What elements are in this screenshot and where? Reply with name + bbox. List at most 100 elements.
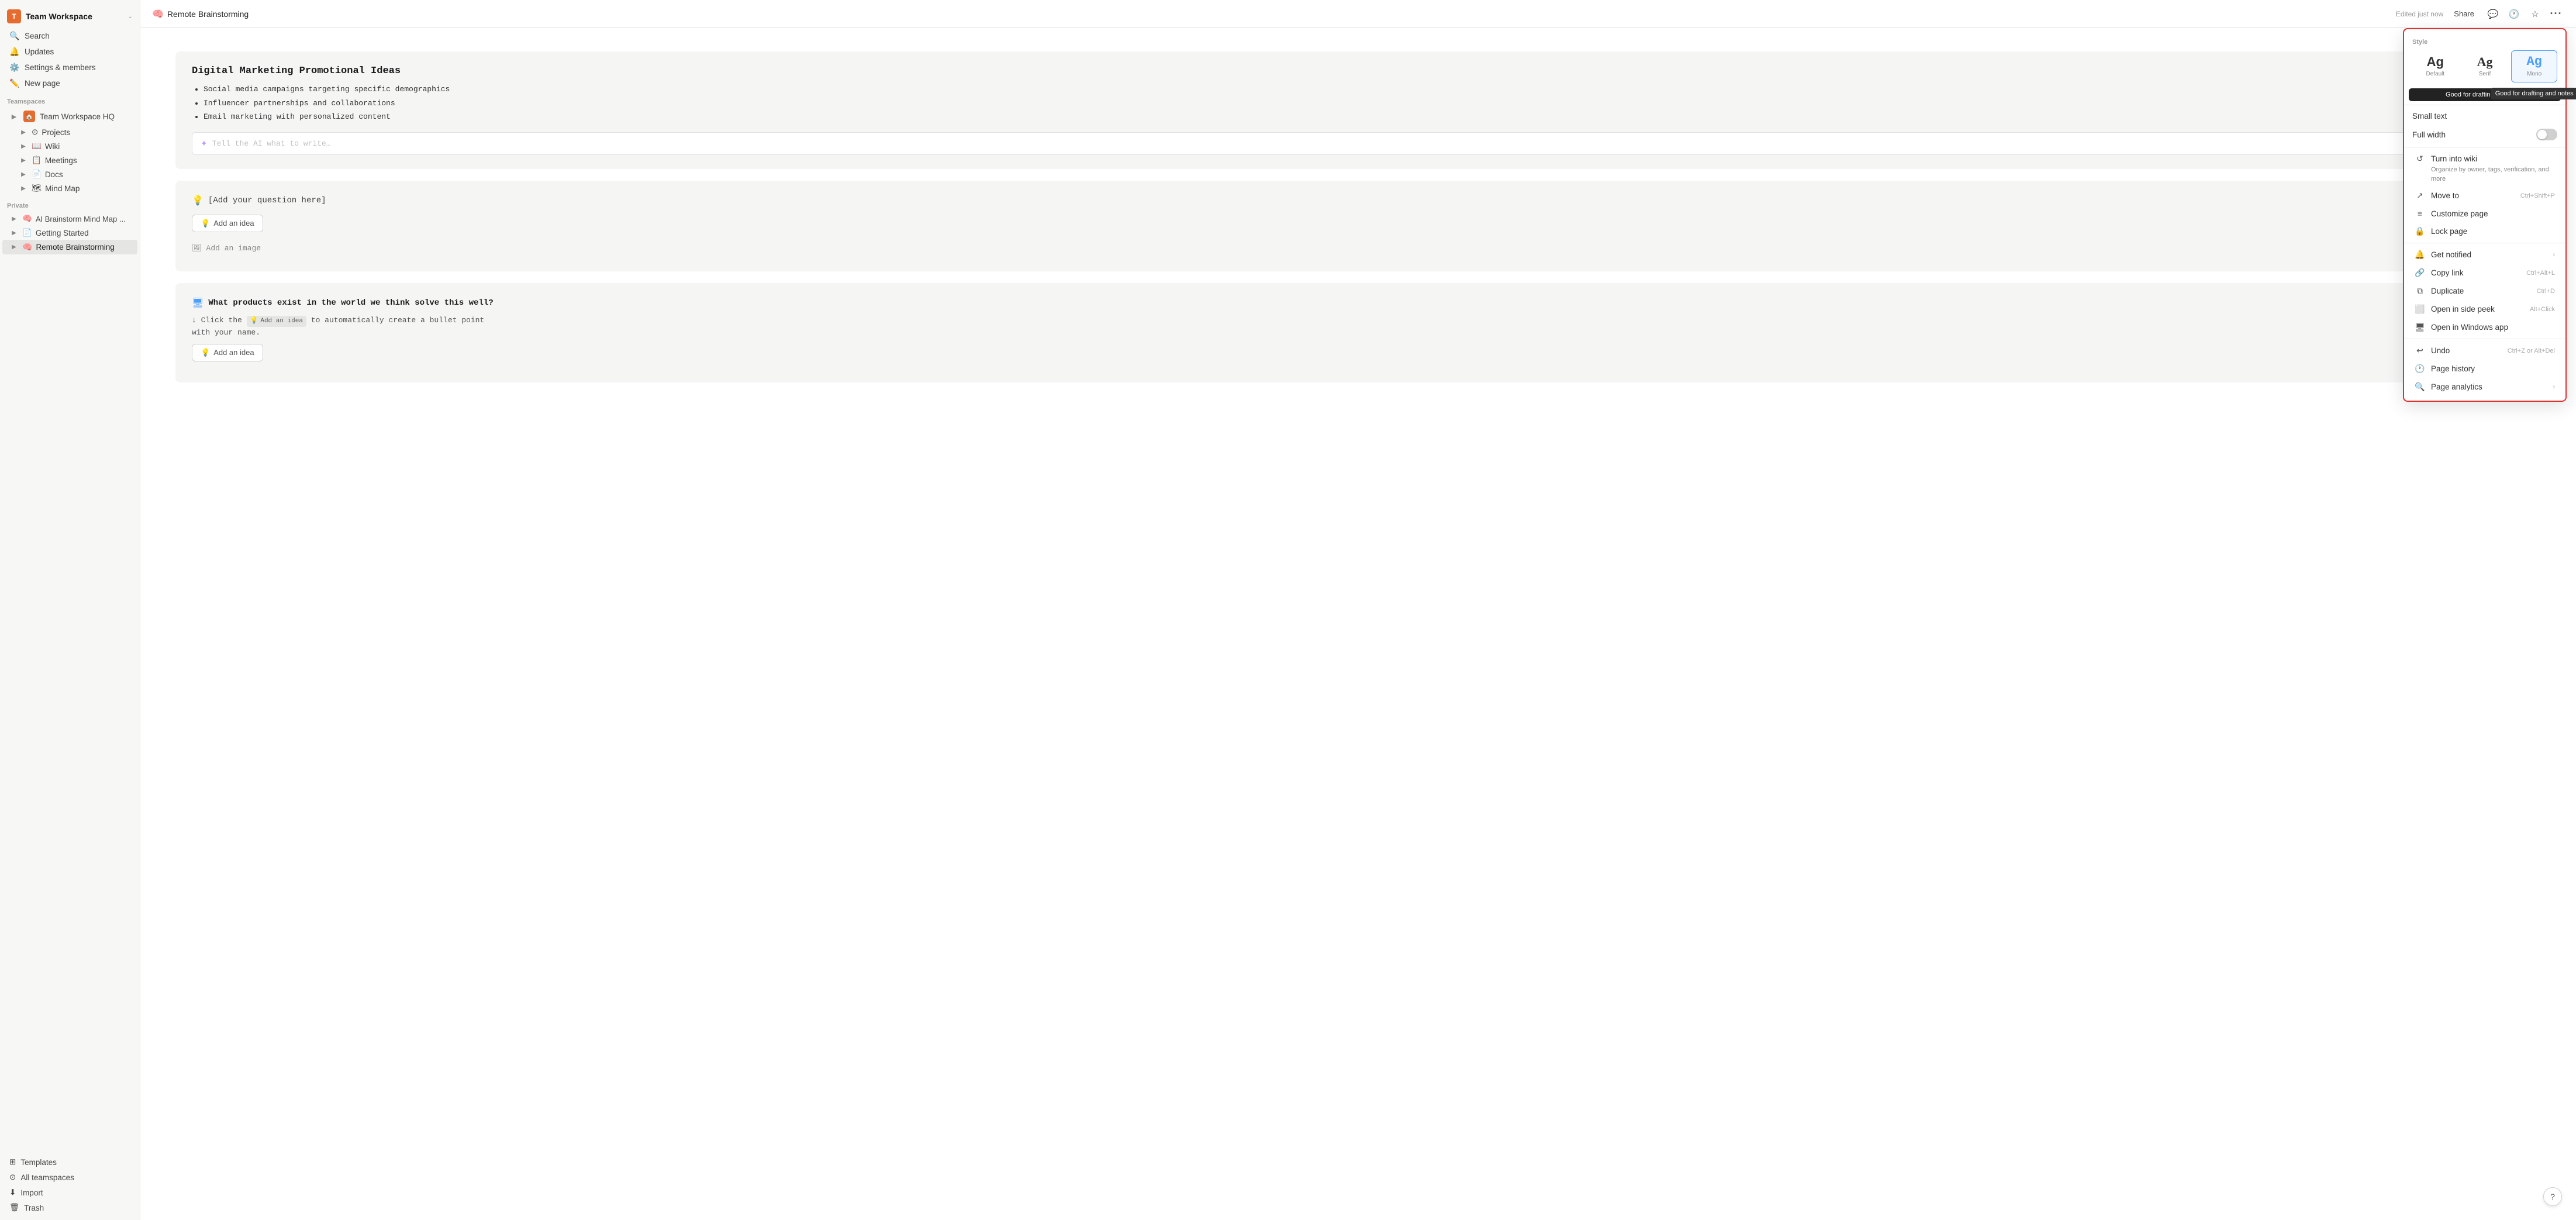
- sidebar-item-trash[interactable]: 🗑 Trash: [2, 1200, 137, 1215]
- history-icon: 🕐: [2509, 9, 2520, 19]
- full-width-toggle[interactable]: [2536, 129, 2557, 140]
- sidebar-item-docs[interactable]: ▶ 📄 Docs: [2, 167, 137, 181]
- ai-placeholder: Tell the AI what to write…: [212, 139, 2480, 148]
- sidebar-item-import[interactable]: ⬇ Import: [2, 1185, 137, 1200]
- more-button[interactable]: ···: [2548, 6, 2564, 22]
- add-idea-button-2[interactable]: 💡 Add an idea: [192, 344, 263, 361]
- side-peek-item[interactable]: ⬜ Open in side peek Alt+Click: [2406, 300, 2563, 318]
- clock-icon: 🕐: [2415, 364, 2425, 374]
- add-image-row[interactable]: 🖼 Add an image: [192, 239, 2525, 257]
- turn-into-wiki-item[interactable]: ↺ Turn into wiki Organize by owner, tags…: [2406, 150, 2563, 187]
- sidebar-item-label: Settings & members: [25, 63, 96, 72]
- style-mono-letter: Ag: [2526, 56, 2541, 68]
- add-image-icon: 🖼: [192, 244, 202, 253]
- topbar: 🧠 Remote Brainstorming Edited just now S…: [140, 0, 2576, 28]
- windows-icon: 🖥: [2415, 322, 2425, 332]
- copy-link-label: Copy link: [2431, 268, 2520, 277]
- sidebar-item-label: Search: [25, 32, 50, 40]
- get-notified-label: Get notified: [2431, 250, 2547, 259]
- analytics-chevron-icon: ›: [2553, 384, 2555, 391]
- style-option-mono[interactable]: Ag Mono Good for drafting and notes: [2511, 50, 2557, 82]
- sidebar-item-label: Team Workspace HQ: [40, 112, 115, 121]
- product-emoji: 🖥: [192, 297, 204, 309]
- sidebar-item-label: Projects: [42, 128, 70, 137]
- wiki-label: Turn into wiki: [2431, 154, 2477, 163]
- undo-label: Undo: [2431, 346, 2502, 355]
- new-page-icon: ✏️: [9, 78, 20, 88]
- move-to-item[interactable]: ↗ Move to Ctrl+Shift+P: [2406, 187, 2563, 205]
- history-button[interactable]: 🕐: [2506, 6, 2522, 22]
- sidebar-item-label: Templates: [20, 1158, 57, 1167]
- sidebar-item-updates[interactable]: 🔔 Updates: [2, 44, 137, 60]
- settings-icon: ⚙️: [9, 63, 20, 73]
- page-history-item[interactable]: 🕐 Page history: [2406, 360, 2563, 378]
- meetings-icon: 📋: [32, 156, 42, 165]
- add-idea-button[interactable]: 💡 Add an idea: [192, 215, 263, 232]
- sidebar-item-team-hq[interactable]: ▶ 🏠 Team Workspace HQ: [2, 108, 137, 125]
- product-title: What products exist in the world we thin…: [208, 298, 493, 308]
- product-header: 🖥 What products exist in the world we th…: [192, 297, 2525, 309]
- wiki-icon: 📖: [32, 142, 42, 151]
- side-peek-label: Open in side peek: [2431, 305, 2524, 313]
- sidebar-item-remote-brainstorming[interactable]: ▶ 🧠 Remote Brainstorming: [2, 240, 137, 254]
- sidebar-item-getting-started[interactable]: ▶ 📄 Getting Started: [2, 226, 137, 240]
- all-teamspaces-icon: ⊙: [9, 1173, 16, 1182]
- analytics-icon: 🔍: [2415, 382, 2425, 392]
- help-button[interactable]: ?: [2543, 1187, 2562, 1206]
- sidebar-item-label: New page: [25, 79, 60, 88]
- get-notified-item[interactable]: 🔔 Get notified ›: [2406, 246, 2563, 264]
- sidebar-item-search[interactable]: 🔍 Search: [2, 28, 137, 44]
- style-option-default[interactable]: Ag Default: [2412, 50, 2458, 82]
- page-history-label: Page history: [2431, 364, 2555, 373]
- docs-toggle-icon: ▶: [19, 171, 28, 178]
- style-label: Style: [2412, 39, 2557, 46]
- dropdown-panel: Style Ag Default Ag Serif Ag Mono Good f…: [2403, 28, 2567, 402]
- sidebar-item-templates[interactable]: ⊞ Templates: [2, 1154, 137, 1170]
- sidebar-item-all-teamspaces[interactable]: ⊙ All teamspaces: [2, 1170, 137, 1185]
- page-analytics-item[interactable]: 🔍 Page analytics ›: [2406, 378, 2563, 396]
- duplicate-item[interactable]: ⧉ Duplicate Ctrl+D: [2406, 282, 2563, 300]
- star-icon: ☆: [2531, 9, 2539, 19]
- workspace-icon: T: [7, 9, 21, 23]
- duplicate-label: Duplicate: [2431, 287, 2531, 295]
- main-area: 🧠 Remote Brainstorming Edited just now S…: [140, 0, 2576, 1220]
- teamspaces-label: Teamspaces: [0, 91, 140, 108]
- add-idea-inline-label: Add an idea: [260, 316, 303, 327]
- style-mono-name: Mono: [2527, 71, 2541, 77]
- page-icon: 🧠: [152, 8, 164, 20]
- star-button[interactable]: ☆: [2527, 6, 2543, 22]
- workspace-header[interactable]: T Team Workspace ⌄: [0, 5, 140, 28]
- workspace-name: Team Workspace: [26, 12, 123, 21]
- lock-page-item[interactable]: 🔒 Lock page: [2406, 222, 2563, 240]
- sidebar-item-new-page[interactable]: ✏️ New page: [2, 75, 137, 91]
- add-idea-icon-2: 💡: [201, 348, 210, 357]
- share-button[interactable]: Share: [2448, 7, 2480, 20]
- ai-icon: ✦: [201, 139, 208, 149]
- sidebar-bottom: ⊞ Templates ⊙ All teamspaces ⬇ Import 🗑 …: [0, 1154, 140, 1215]
- sidebar-item-wiki[interactable]: ▶ 📖 Wiki: [2, 139, 137, 153]
- sidebar-item-mind-map[interactable]: ▶ 🗺 Mind Map: [2, 181, 137, 195]
- page-content: Digital Marketing Promotional Ideas Soci…: [140, 28, 2576, 1220]
- sidebar-item-label: Getting Started: [36, 229, 89, 237]
- ai-input-row[interactable]: ✦ Tell the AI what to write… Generate: [192, 132, 2525, 155]
- undo-item[interactable]: ↩ Undo Ctrl+Z or Alt+Del: [2406, 342, 2563, 360]
- link-icon: 🔗: [2415, 268, 2425, 278]
- style-option-serif[interactable]: Ag Serif: [2462, 50, 2508, 82]
- customize-page-item[interactable]: ≡ Customize page: [2406, 205, 2563, 222]
- copy-link-item[interactable]: 🔗 Copy link Ctrl+Alt+L: [2406, 264, 2563, 282]
- page-analytics-label: Page analytics: [2431, 382, 2547, 391]
- add-idea-label-2: Add an idea: [213, 348, 254, 357]
- sidebar-item-projects[interactable]: ▶ ⊙ Projects: [2, 125, 137, 139]
- sidebar-item-meetings[interactable]: ▶ 📋 Meetings: [2, 153, 137, 167]
- sidebar-item-settings[interactable]: ⚙️ Settings & members: [2, 60, 137, 75]
- side-peek-icon: ⬜: [2415, 304, 2425, 314]
- remote-brainstorming-toggle-icon: ▶: [9, 244, 19, 250]
- wiki-icon: ↺: [2415, 154, 2425, 164]
- sidebar-item-label: Docs: [45, 170, 63, 179]
- remote-brainstorming-icon: 🧠: [22, 242, 32, 252]
- comment-button[interactable]: 💬: [2485, 6, 2501, 22]
- sidebar-item-ai-brainstorm[interactable]: ▶ 🧠 AI Brainstorm Mind Map ...: [2, 212, 137, 226]
- windows-app-item[interactable]: 🖥 Open in Windows app: [2406, 318, 2563, 336]
- duplicate-shortcut: Ctrl+D: [2537, 288, 2555, 295]
- list-item: Influencer partnerships and collaboratio…: [204, 98, 2525, 109]
